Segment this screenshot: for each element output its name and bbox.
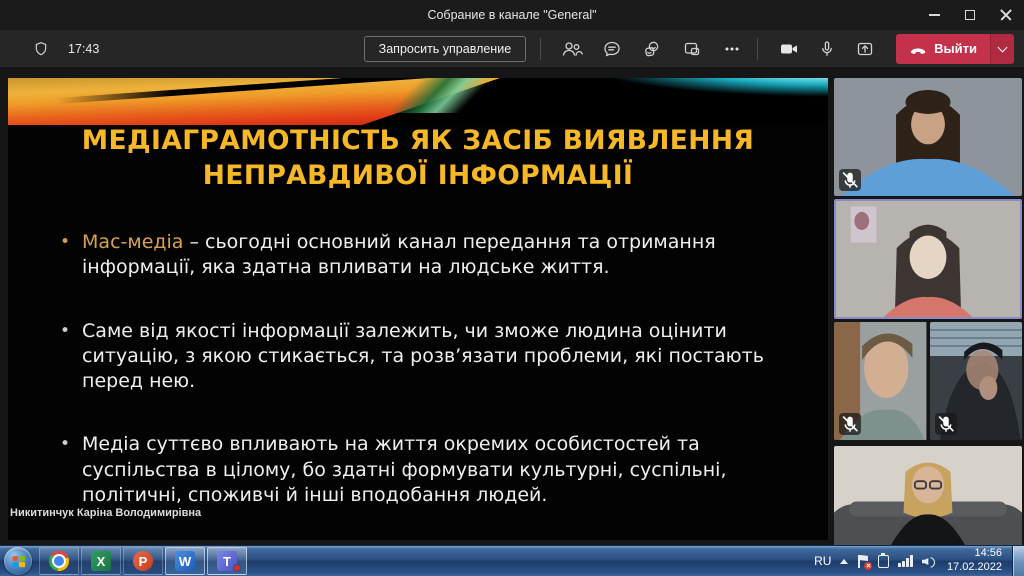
- mic-button[interactable]: [810, 34, 844, 64]
- presentation-slide: МЕДІАГРАМОТНІСТЬ ЯК ЗАСІБ ВИЯВЛЕННЯ НЕПР…: [8, 78, 828, 540]
- tray-clock[interactable]: 14:56 17.02.2022: [945, 547, 1002, 575]
- hidden-icons-chevron[interactable]: [840, 559, 848, 564]
- system-tray: RU 14:56 17.02.2022: [814, 547, 1008, 575]
- participant-5-video-frame: [834, 446, 1022, 546]
- teams-meeting-window: Собрание в канале "General" 17:43 Запрос…: [0, 0, 1024, 576]
- language-indicator[interactable]: RU: [814, 554, 831, 568]
- taskbar-chrome-button[interactable]: [39, 547, 79, 575]
- hangup-icon: [909, 43, 927, 55]
- participant-video-3[interactable]: [834, 322, 927, 440]
- windows-start-button[interactable]: [4, 547, 32, 575]
- word-icon: W: [175, 551, 195, 571]
- network-icon[interactable]: [898, 555, 913, 567]
- chevron-down-icon: [998, 42, 1008, 52]
- bullet-marker: •: [60, 319, 70, 395]
- windows-start-icon: [12, 555, 25, 566]
- bullet-item-2: • Саме від якості інформації залежить, ч…: [60, 319, 786, 395]
- window-controls: [916, 0, 1024, 30]
- leave-button[interactable]: Выйти: [896, 34, 1014, 64]
- shield-icon[interactable]: [24, 34, 58, 64]
- presenter-name-label: Никитинчук Каріна Володимирівна: [10, 507, 201, 519]
- request-control-button[interactable]: Запросить управление: [364, 36, 526, 62]
- maximize-button[interactable]: [952, 0, 988, 30]
- powerpoint-icon: P: [133, 551, 153, 571]
- windows-taskbar: X P W T RU 14:56 17.02.2022: [0, 545, 1024, 576]
- bullet-text-2: Саме від якості інформації залежить, чи …: [82, 319, 786, 395]
- slide-banner-graphic: [8, 78, 828, 125]
- teams-notification-dot: [233, 564, 241, 572]
- tray-time: 14:56: [947, 547, 1002, 561]
- bullet-text-3: Медіа суттєво впливають на життя окремих…: [82, 432, 786, 508]
- share-button[interactable]: [848, 34, 882, 64]
- reactions-button[interactable]: [635, 34, 669, 64]
- meeting-toolbar: 17:43 Запросить управление: [0, 30, 1024, 68]
- bullet-text-1: Мас-медіа – сьогодні основний канал пере…: [82, 230, 786, 281]
- participant-video-1[interactable]: [834, 78, 1022, 196]
- leave-button-label: Выйти: [934, 41, 977, 56]
- volume-icon[interactable]: [922, 555, 936, 567]
- taskbar-word-button[interactable]: W: [165, 547, 205, 575]
- mic-muted-icon: [935, 413, 957, 435]
- toolbar-divider: [540, 38, 541, 60]
- maximize-icon: [965, 10, 975, 20]
- minimize-icon: [929, 14, 940, 16]
- taskbar-teams-button[interactable]: T: [207, 547, 247, 575]
- taskbar-powerpoint-button[interactable]: P: [123, 547, 163, 575]
- toolbar-divider-2: [757, 38, 758, 60]
- participant-2-video-frame: [836, 201, 1020, 317]
- bullet-item-3: • Медіа суттєво впливають на життя окрем…: [60, 432, 786, 508]
- participant-1-video-frame: [834, 78, 1022, 196]
- taskbar-apps: X P W T: [38, 546, 248, 576]
- clipboard-icon[interactable]: [878, 555, 889, 568]
- camera-button[interactable]: [772, 34, 806, 64]
- slide-title: МЕДІАГРАМОТНІСТЬ ЯК ЗАСІБ ВИЯВЛЕННЯ НЕПР…: [8, 124, 828, 194]
- screen-share-stage: МЕДІАГРАМОТНІСТЬ ЯК ЗАСІБ ВИЯВЛЕННЯ НЕПР…: [0, 68, 832, 545]
- participants-button[interactable]: [555, 34, 589, 64]
- chat-button[interactable]: [595, 34, 629, 64]
- taskbar-excel-button[interactable]: X: [81, 547, 121, 575]
- slide-bullets: • Мас-медіа – сьогодні основний канал пе…: [60, 230, 786, 540]
- tray-date: 17.02.2022: [947, 561, 1002, 575]
- excel-icon: X: [91, 551, 111, 571]
- leave-options-caret[interactable]: [990, 34, 1014, 64]
- show-desktop-button[interactable]: [1012, 546, 1024, 576]
- rooms-button[interactable]: [675, 34, 709, 64]
- action-center-alert-badge: [864, 562, 872, 570]
- more-button[interactable]: [715, 34, 749, 64]
- titlebar: Собрание в канале "General": [0, 0, 1024, 30]
- bullet-marker: •: [60, 230, 70, 281]
- mic-muted-icon: [839, 169, 861, 191]
- bullet-item-1: • Мас-медіа – сьогодні основний канал пе…: [60, 230, 786, 281]
- minimize-button[interactable]: [916, 0, 952, 30]
- close-button[interactable]: [988, 0, 1024, 30]
- close-icon: [1000, 9, 1012, 21]
- bullet-marker: •: [60, 432, 70, 508]
- participants-filmstrip: [832, 68, 1024, 545]
- action-center-flag-icon[interactable]: [857, 555, 869, 568]
- participant-video-2-active-speaker[interactable]: [834, 199, 1022, 319]
- chrome-icon: [49, 551, 69, 571]
- participant-video-5[interactable]: [834, 446, 1022, 546]
- mic-muted-icon: [839, 413, 861, 435]
- participant-video-4[interactable]: [930, 322, 1023, 440]
- window-title: Собрание в канале "General": [427, 8, 596, 22]
- meeting-timer: 17:43: [68, 42, 99, 56]
- meeting-content: МЕДІАГРАМОТНІСТЬ ЯК ЗАСІБ ВИЯВЛЕННЯ НЕПР…: [0, 68, 1024, 545]
